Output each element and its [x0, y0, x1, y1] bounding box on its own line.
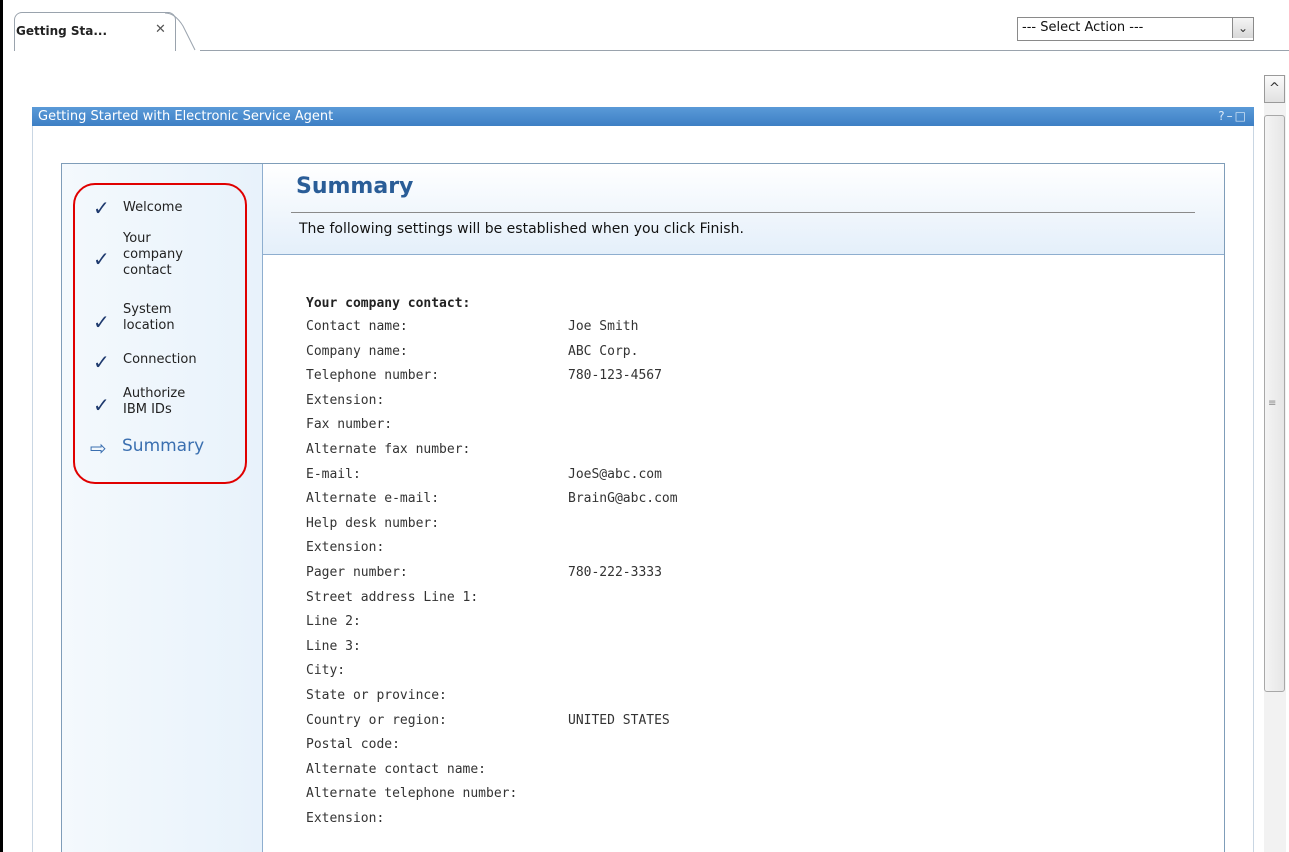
summary-row-label: Alternate fax number: [306, 442, 471, 457]
summary-row-label: Alternate e-mail: [306, 491, 440, 507]
nav-item-label: Welcome [123, 200, 183, 215]
portlet-controls-icon[interactable]: ?–□ [1218, 107, 1248, 126]
nav-item-label: Authorize IBM IDs [123, 386, 186, 417]
summary-row-label: Extension: [306, 392, 385, 408]
summary-row-label: Alternate contact name: [306, 761, 487, 777]
summary-row-label: Alternate telephone number: [306, 786, 518, 802]
summary-row-value: 780-222-3333 [568, 565, 662, 580]
window-left-edge [0, 0, 3, 852]
check-icon: ✓ [93, 393, 110, 417]
nav-item-label: Summary [122, 436, 205, 456]
portlet-titlebar: Getting Started with Electronic Service … [32, 107, 1254, 126]
summary-row-value: JoeS@abc.com [568, 466, 662, 482]
summary-row-label: Pager number: [306, 565, 408, 580]
tab-label: Getting Sta... [16, 24, 108, 38]
summary-row-label: City: [306, 663, 346, 679]
close-icon[interactable]: ✕ [155, 22, 166, 37]
summary-row-value: BrainG@abc.com [568, 491, 678, 507]
summary-row-value: 780-123-4567 [568, 368, 662, 384]
select-action-value: --- Select Action --- [1022, 20, 1144, 35]
select-action-dropdown[interactable]: --- Select Action --- ⌄ [1017, 17, 1254, 41]
summary-row-label: Line 2: [306, 614, 361, 630]
summary-row-label: Extension: [306, 811, 385, 826]
summary-row-label: Street address Line 1: [306, 589, 479, 605]
summary-row-value: Joe Smith [568, 319, 639, 334]
nav-item-label: Your company contact [123, 231, 183, 278]
check-icon: ✓ [93, 247, 110, 271]
summary-row-label: Postal code: [306, 737, 400, 753]
summary-row-label: E-mail: [306, 466, 361, 482]
check-icon: ✓ [93, 196, 110, 220]
summary-row-value: UNITED STATES [568, 712, 670, 728]
chevron-down-icon[interactable]: ⌄ [1232, 18, 1253, 38]
summary-row-label: Line 3: [306, 638, 361, 654]
section-heading: Your company contact: [306, 296, 471, 311]
nav-item-label: System location [123, 302, 175, 333]
page-description: The following settings will be establish… [299, 221, 744, 237]
tab-edge [165, 12, 196, 51]
summary-row-label: Country or region: [306, 712, 447, 728]
summary-row-label: Help desk number: [306, 515, 440, 531]
summary-row-label: Company name: [306, 343, 408, 359]
summary-row-value: ABC Corp. [568, 343, 639, 359]
summary-row-label: Fax number: [306, 417, 393, 433]
summary-row-label: Extension: [306, 540, 385, 556]
summary-row-label: State or province: [306, 688, 447, 703]
check-icon: ✓ [93, 350, 110, 374]
summary-row-label: Telephone number: [306, 368, 440, 384]
portlet-title: Getting Started with Electronic Service … [38, 109, 334, 124]
arrow-right-icon: ⇨ [90, 436, 107, 460]
nav-item-label: Connection [123, 352, 197, 367]
tab-baseline [200, 50, 1289, 51]
grip-icon: ≡ [1268, 398, 1277, 409]
summary-row-label: Contact name: [306, 319, 408, 334]
title-divider [291, 212, 1195, 213]
scroll-up-icon[interactable]: ^ [1264, 75, 1285, 103]
check-icon: ✓ [93, 310, 110, 334]
page-title: Summary [296, 174, 414, 199]
